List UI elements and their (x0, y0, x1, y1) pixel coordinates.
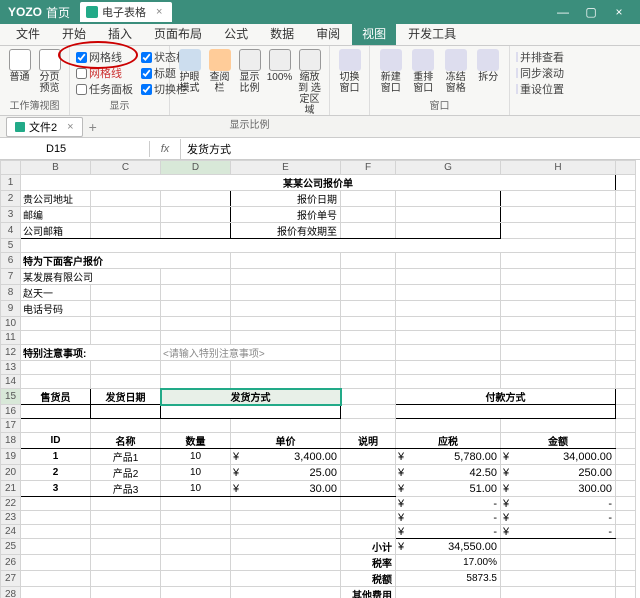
menu-data[interactable]: 数据 (260, 22, 304, 45)
group-label-show: 显示 (76, 97, 163, 112)
menu-dev[interactable]: 开发工具 (398, 22, 466, 45)
spreadsheet-grid[interactable]: B C D E F G H 1某某公司报价单 2贵公司地址报价日期 3邮编报价单… (0, 160, 640, 598)
percent-icon (269, 49, 291, 71)
menu-pagelayout[interactable]: 页面布局 (144, 22, 212, 45)
zoomto-button[interactable]: 缩放到 选定区域 (296, 49, 323, 116)
active-cell[interactable]: 发货方式 (161, 389, 341, 405)
menu-bar: 文件 开始 插入 页面布局 公式 数据 审阅 视图 开发工具 (0, 24, 640, 46)
file-tab-label: 文件2 (29, 119, 57, 135)
col-D[interactable]: D (161, 161, 231, 175)
ribbon: 普通 分页预览 工作簿视图 网格线 网格线 任务面板 状态栏 标题 切换栏 显示… (0, 46, 640, 116)
newwin-icon (380, 49, 402, 71)
maximize-button[interactable]: ▢ (578, 3, 604, 21)
split-icon (477, 49, 499, 71)
check-taskpane[interactable]: 任务面板 (76, 81, 133, 97)
zoom-icon (239, 49, 261, 71)
menu-formula[interactable]: 公式 (214, 22, 258, 45)
title-bar: YOZO 首页 电子表格 × — ▢ × (0, 0, 640, 24)
file-tab[interactable]: 文件2 × (6, 117, 83, 137)
arrange-button[interactable]: 重排窗口 (409, 49, 439, 94)
menu-view[interactable]: 视图 (352, 22, 396, 45)
col-E[interactable]: E (231, 161, 341, 175)
add-tab-button[interactable]: + (89, 119, 97, 135)
sidebyside-button[interactable]: 并排查看 (516, 49, 564, 65)
resetpos-button[interactable]: 重设位置 (516, 81, 564, 97)
eye-icon (179, 49, 201, 71)
search-icon (209, 49, 231, 71)
menu-file[interactable]: 文件 (6, 22, 50, 45)
col-B[interactable]: B (21, 161, 91, 175)
arrange-icon (412, 49, 434, 71)
syncscroll-button[interactable]: 同步滚动 (516, 65, 564, 81)
eyecare-button[interactable]: 护眼模式 (176, 49, 203, 94)
document-tab[interactable]: 电子表格 × (80, 2, 172, 22)
newwin-button[interactable]: 新建窗口 (376, 49, 406, 94)
menu-insert[interactable]: 插入 (98, 22, 142, 45)
check-rowcol[interactable]: 网格线 (76, 65, 133, 81)
zoomto-icon (299, 49, 321, 71)
spreadsheet-icon (86, 6, 98, 18)
zoomratio-button[interactable]: 显示比例 (236, 49, 263, 94)
close-button[interactable]: × (606, 3, 632, 21)
grid-icon (9, 49, 31, 71)
menu-start[interactable]: 开始 (52, 22, 96, 45)
home-tab[interactable]: 首页 (46, 4, 70, 21)
close-icon[interactable]: × (156, 6, 162, 18)
split-button[interactable]: 拆分 (474, 49, 504, 83)
app-logo: YOZO (8, 5, 42, 19)
group-label-window: 窗口 (376, 97, 503, 112)
minimize-button[interactable]: — (550, 3, 576, 21)
col-F[interactable]: F (341, 161, 396, 175)
fx-icon[interactable]: fx (150, 143, 180, 155)
group-label-workbook: 工作簿视图 (6, 97, 63, 112)
col-G[interactable]: G (396, 161, 501, 175)
select-all[interactable] (1, 161, 21, 175)
zoom100-button[interactable]: 100% (266, 49, 293, 83)
check-gridlines[interactable]: 网格线 (76, 49, 133, 65)
col-C[interactable]: C (91, 161, 161, 175)
spreadsheet-icon (15, 122, 25, 132)
view-normal-button[interactable]: 普通 (6, 49, 33, 83)
menu-review[interactable]: 审阅 (306, 22, 350, 45)
findbar-button[interactable]: 查阅栏 (206, 49, 233, 94)
document-tab-label: 电子表格 (102, 4, 146, 20)
switchwin-button[interactable]: 切换窗口 (336, 49, 363, 94)
freeze-icon (445, 49, 467, 71)
formula-input[interactable]: 发货方式 (180, 139, 640, 159)
switchwin-icon (339, 49, 361, 71)
col-H[interactable]: H (501, 161, 616, 175)
formula-bar: D15 fx 发货方式 (0, 138, 640, 160)
group-label-zoom: 显示比例 (176, 116, 323, 131)
close-icon[interactable]: × (67, 121, 73, 133)
cell-reference-input[interactable]: D15 (40, 141, 150, 157)
pagebreak-icon (39, 49, 61, 71)
cell[interactable]: 某某公司报价单 (21, 175, 616, 191)
pagebreak-preview-button[interactable]: 分页预览 (36, 49, 63, 94)
freeze-button[interactable]: 冻结窗格 (441, 49, 471, 94)
